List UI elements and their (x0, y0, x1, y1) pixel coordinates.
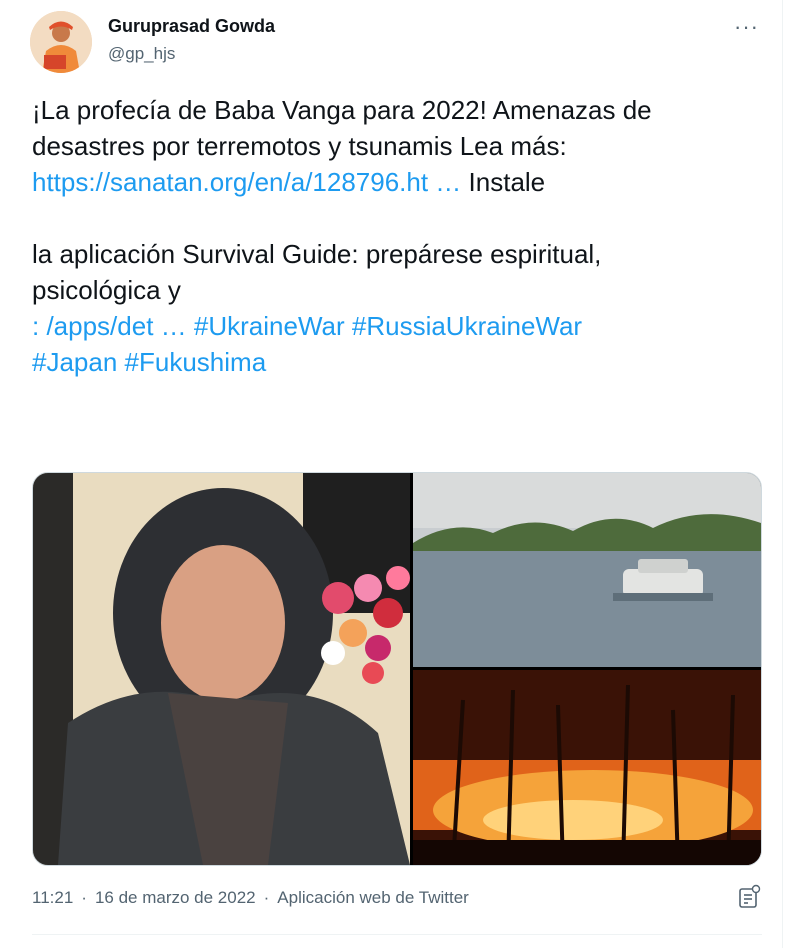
separator: · (263, 888, 270, 907)
analytics-icon[interactable] (736, 884, 762, 910)
tweet-line: https://sanatan.org/en/a/128796.ht … Ins… (32, 164, 752, 200)
tweet-text: ¡La profecía de Baba Vanga para 2022! Am… (32, 92, 752, 380)
media-photo-wildfire[interactable] (413, 670, 761, 865)
tweet-meta: 11:21 · 16 de marzo de 2022 · Aplicación web… (32, 888, 477, 908)
hashtag-link[interactable]: #Fukushima (125, 347, 267, 377)
hashtag-link[interactable]: #Japan (32, 347, 117, 377)
tweet-card: Guruprasad Gowda @gp_hjs ··· ¡La profecí… (0, 0, 783, 948)
media-photo-portrait[interactable] (33, 473, 410, 865)
separator: · (81, 888, 87, 907)
tweet-line: #Japan #Fukushima (32, 344, 752, 380)
tweet-line: desastres por terremotos y tsunamis Lea … (32, 131, 567, 161)
hashtag-link[interactable]: #UkraineWar (194, 311, 345, 341)
avatar[interactable] (30, 11, 92, 73)
tweet-link[interactable]: https://sanatan.org/en/a/128796.ht … (32, 167, 461, 197)
tweet-line: ¡La profecía de Baba Vanga para 2022! Am… (32, 95, 652, 125)
media-grid (32, 472, 762, 866)
tweet-time[interactable]: 11:21 (32, 888, 73, 907)
tweet-date[interactable]: 16 de marzo de 2022 (95, 888, 256, 907)
tweet-line: : /apps/det … #UkraineWar #RussiaUkraine… (32, 308, 752, 344)
hashtag-link[interactable]: #RussiaUkraineWar (352, 311, 582, 341)
media-photo-flood[interactable] (413, 473, 761, 667)
tweet-line: psicológica y (32, 275, 181, 305)
user-name[interactable]: Guruprasad Gowda (108, 16, 275, 37)
user-handle[interactable]: @gp_hjs (108, 44, 175, 64)
divider (32, 934, 762, 935)
more-dots-icon[interactable]: ··· (734, 14, 759, 40)
tweet-source[interactable]: Aplicación web de Twitter (277, 888, 469, 907)
tweet-link[interactable]: : /apps/det … (32, 311, 187, 341)
tweet-text-fragment: Instale (461, 167, 546, 197)
tweet-line: la aplicación Survival Guide: prepárese … (32, 239, 602, 269)
